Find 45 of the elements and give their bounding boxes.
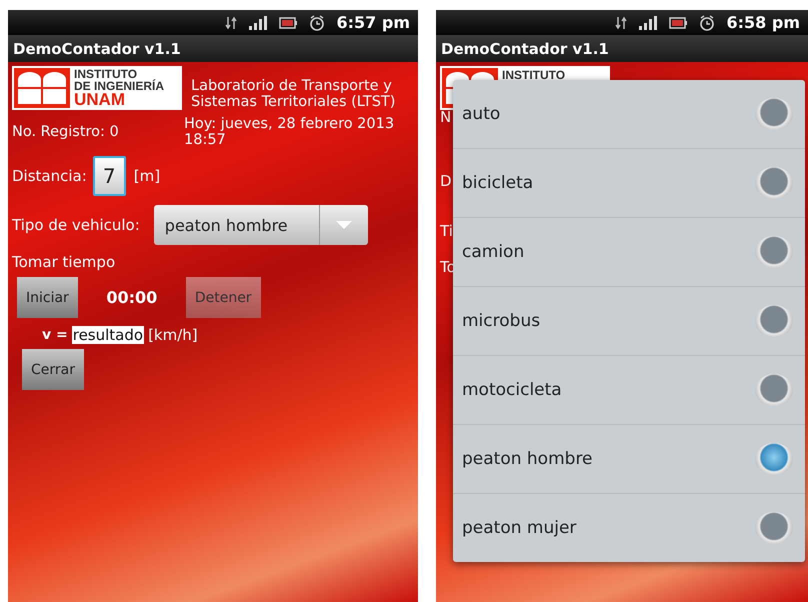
alarm-clock-icon [308, 14, 324, 30]
app-title-bar: DemoContador v1.1 [8, 35, 418, 62]
battery-icon [668, 16, 686, 28]
battery-icon [278, 16, 296, 28]
network-icon [224, 16, 236, 30]
status-time: 6:58 pm [726, 13, 800, 32]
covered-label: D [440, 172, 452, 190]
distance-label: Distancia: [12, 167, 87, 185]
section-label: Tomar tiempo [12, 253, 116, 271]
date-label: Hoy: jueves, 28 febrero 2013 18:57 [184, 116, 396, 148]
app-title-bar: DemoContador v1.1 [436, 35, 808, 62]
list-option[interactable]: bicicleta [453, 148, 805, 217]
registro-label: No. Registro: 0 [12, 124, 120, 140]
list-option[interactable]: camion [453, 217, 805, 286]
vehicle-type-label: Tipo de vehiculo: [12, 216, 140, 234]
caret-icon [336, 221, 352, 229]
list-option[interactable]: peaton hombre [453, 424, 805, 493]
speed-symbol: v = [42, 327, 68, 343]
timer-display: 00:00 [105, 288, 158, 307]
signal-icon [248, 16, 266, 30]
signal-icon [638, 16, 656, 30]
radio-button[interactable] [755, 305, 793, 337]
speed-unit: [km/h] [148, 326, 198, 344]
radio-button[interactable] [755, 512, 793, 544]
speed-value: resultado [72, 326, 144, 344]
radio-button[interactable] [755, 167, 793, 199]
covered-label: N [440, 108, 452, 126]
list-option[interactable]: motocicleta [453, 355, 805, 424]
start-button[interactable]: Iniciar [17, 277, 78, 318]
radio-button[interactable] [755, 443, 793, 475]
radio-button[interactable] [755, 98, 793, 130]
institute-logo: INSTITUTO DE INGENIERÍA UNAM [12, 66, 182, 110]
radio-button[interactable] [755, 236, 793, 268]
distance-field[interactable]: 7 [92, 156, 126, 196]
status-time: 6:57 pm [336, 13, 410, 32]
radio-button[interactable] [755, 374, 793, 406]
alarm-clock-icon [698, 14, 714, 30]
covered-label: Ti [440, 222, 453, 240]
unit-label: [m] [134, 167, 160, 185]
lab-name: Laboratorio de Transporte y Sistemas Territoriales (LTST) [191, 78, 396, 110]
list-option[interactable]: microbus [453, 286, 805, 355]
vehicle-type-dropdown[interactable]: peaton hombre [154, 205, 368, 245]
close-button[interactable]: Cerrar [22, 349, 84, 390]
list-option[interactable]: peaton mujer [453, 493, 805, 562]
network-icon [614, 16, 626, 30]
